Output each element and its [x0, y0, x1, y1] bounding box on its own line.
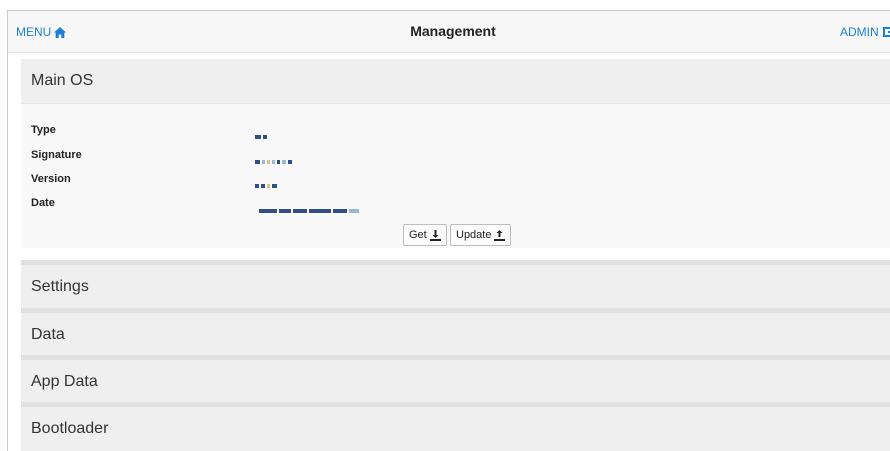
upload-icon — [494, 229, 506, 241]
type-label: Type — [31, 124, 56, 136]
bootloader-panel: Bootloader — [21, 402, 890, 451]
version-label: Version — [31, 173, 71, 185]
main-os-header[interactable]: Main OS — [21, 59, 890, 103]
logout-icon — [882, 27, 890, 37]
get-button[interactable]: Get — [403, 224, 447, 246]
signature-value — [255, 153, 294, 164]
download-icon — [429, 229, 441, 241]
data-panel: Data — [21, 308, 890, 357]
app-frame: MENU Management ADMIN Main OS Type Signa… — [7, 10, 890, 451]
get-label: Get — [409, 229, 427, 241]
top-bar: MENU Management ADMIN — [8, 11, 890, 53]
bootloader-header[interactable]: Bootloader — [21, 407, 890, 451]
date-value — [259, 202, 361, 213]
data-header[interactable]: Data — [21, 313, 890, 357]
settings-header[interactable]: Settings — [21, 265, 890, 309]
main-os-panel: Main OS Type Signature Version Date Get — [21, 59, 890, 248]
signature-label: Signature — [31, 149, 82, 161]
update-button[interactable]: Update — [450, 224, 512, 246]
page-title: Management — [410, 23, 496, 39]
update-label: Update — [456, 229, 492, 241]
app-data-panel: App Data — [21, 355, 890, 404]
admin-link[interactable]: ADMIN — [840, 25, 890, 39]
type-value — [255, 128, 269, 139]
date-label: Date — [31, 197, 55, 209]
version-value — [255, 177, 279, 188]
settings-panel: Settings — [21, 260, 890, 309]
app-data-header[interactable]: App Data — [21, 360, 890, 404]
admin-label: ADMIN — [840, 25, 879, 39]
main-os-details: Type Signature Version Date Get Update — [21, 103, 890, 248]
